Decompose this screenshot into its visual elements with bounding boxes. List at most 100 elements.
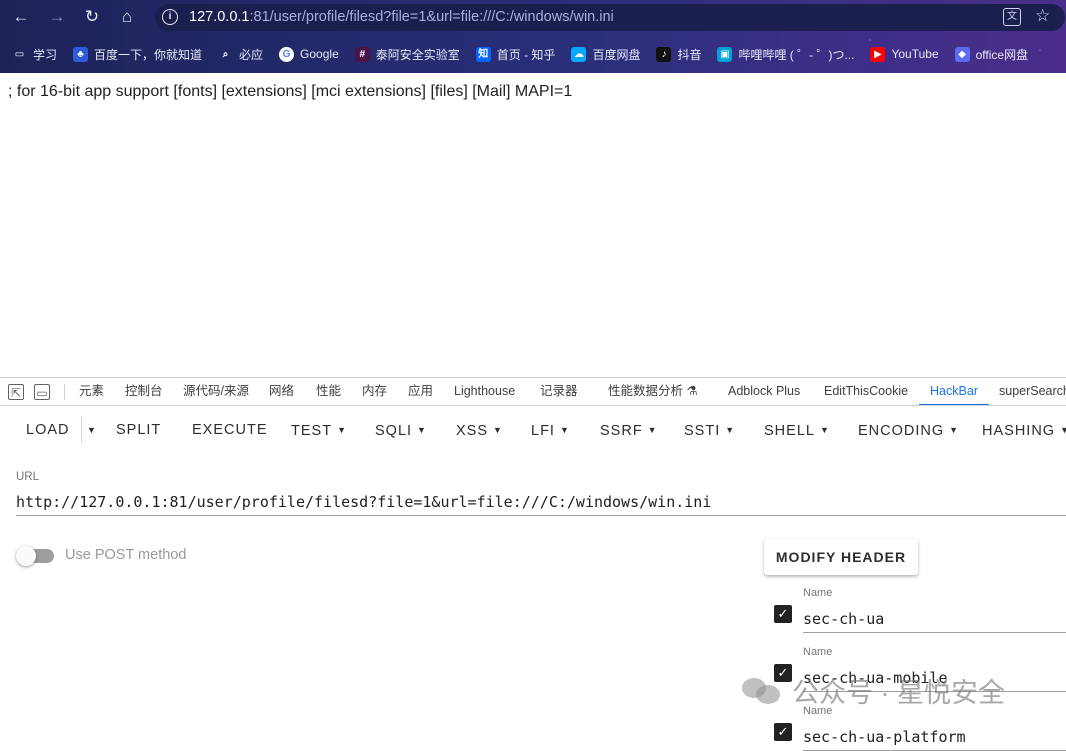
youtube-icon: ▶ <box>870 46 886 62</box>
page-body-text: ; for 16-bit app support [fonts] [extens… <box>8 83 573 100</box>
execute-button[interactable]: EXECUTE <box>192 407 268 453</box>
modify-header-button[interactable]: MODIFY HEADER <box>764 539 918 575</box>
header-name-label: Name <box>803 646 833 658</box>
test-menu-button[interactable]: TEST ▼ <box>291 407 347 453</box>
bookmark-item[interactable]: 知首页 - 知乎 <box>475 46 556 63</box>
devtools-tab[interactable]: 应用 <box>408 378 433 405</box>
devtools-tab[interactable]: EditThisCookie <box>824 378 908 405</box>
devtools-tab[interactable]: 记录器 <box>540 378 578 405</box>
bookmark-item[interactable]: ▶ YouTube <box>870 46 939 62</box>
site-info-icon[interactable]: i <box>162 9 178 25</box>
shell-menu-button[interactable]: SHELL ▼ <box>764 407 830 453</box>
hashing-menu-button[interactable]: HASHING ▼ <box>982 407 1066 453</box>
split-button[interactable]: SPLIT <box>116 407 161 453</box>
devtools-tabbar: ⇱ ▭ 元素 控制台 源代码/来源 网络 性能 内存 应用 Lighthouse 记录器 性能数据… <box>0 378 1066 406</box>
load-button[interactable]: LOAD <box>26 407 70 453</box>
chevron-down-icon: ▼ <box>647 425 658 435</box>
encoding-menu-button[interactable]: ENCODING ▼ <box>858 407 959 453</box>
bookmarks-bar: ▭ 学习 ♣ 百度一下，你就知道 ⌕ 必应 G Google # 泰阿安全实验室知首页 - 知乎 ☁… <box>0 41 1066 67</box>
bookmark-star-icon[interactable]: ☆ <box>1035 6 1050 26</box>
wechat-icon <box>742 675 782 705</box>
bookmark-item[interactable]: ▣ 哔哩哔哩 ( ゜- ゜)つ... <box>717 46 854 63</box>
bookmark-item[interactable]: ☁ 百度网盘 <box>571 46 640 63</box>
bookmark-label: 学习 <box>33 47 58 62</box>
home-icon[interactable]: ⌂ <box>115 5 139 29</box>
douyin-icon: ♪ <box>656 46 672 62</box>
post-method-toggle[interactable] <box>16 546 54 566</box>
sqli-menu-button[interactable]: SQLI ▼ <box>375 407 427 453</box>
post-method-label: Use POST method <box>65 547 187 563</box>
url-host: 127.0.0.1 <box>189 9 250 25</box>
header-enabled-checkbox[interactable]: ✓ <box>774 723 792 741</box>
header-name-input[interactable]: sec-ch-ua <box>803 610 1066 633</box>
bookmark-item[interactable]: ▭ 学习 <box>12 46 57 63</box>
load-dropdown-caret-icon[interactable]: ▼ <box>87 407 97 453</box>
bilibili-icon: ▣ <box>717 46 733 62</box>
ssti-menu-button[interactable]: SSTI ▼ <box>684 407 735 453</box>
devtools-tab[interactable]: superSearch <box>999 378 1066 405</box>
zhihu-icon: 知 <box>475 46 491 62</box>
header-enabled-checkbox[interactable]: ✓ <box>774 605 792 623</box>
folder-icon: ▭ <box>14 48 25 60</box>
address-url[interactable]: 127.0.0.1:81/user/profile/filesd?file=1&… <box>189 9 614 25</box>
url-path: :81/user/profile/filesd?file=1&url=file:… <box>249 9 614 25</box>
baidu-icon: ♣ <box>73 46 89 62</box>
address-bar[interactable]: i 127.0.0.1:81/user/profile/filesd?file=… <box>155 4 1065 31</box>
devtools-tab[interactable]: 内存 <box>362 378 387 405</box>
split-label: SPLIT <box>116 422 162 438</box>
header-name-input[interactable]: sec-ch-ua-platform <box>803 728 1066 751</box>
chevron-down-icon: ▼ <box>337 425 347 435</box>
xss-menu-button[interactable]: XSS ▼ <box>456 407 503 453</box>
bookmark-label: Google <box>300 47 339 61</box>
load-separator <box>81 417 82 443</box>
back-arrow-icon[interactable]: ← <box>9 5 33 29</box>
bookmark-item[interactable]: G Google <box>279 46 339 62</box>
url-input[interactable] <box>16 488 1066 516</box>
chevron-down-icon: ▼ <box>493 425 503 435</box>
bookmark-label: 泰阿安全实验室 <box>375 47 460 62</box>
bookmark-label: 百度网盘 <box>592 47 641 62</box>
bookmark-label: office网盘 <box>975 47 1029 62</box>
inspect-element-icon[interactable]: ⇱ <box>8 384 24 400</box>
google-icon: G <box>279 46 295 62</box>
slack-icon: # <box>354 46 370 62</box>
devtools-tab[interactable]: 性能数据分析 ⚗ <box>608 378 698 405</box>
bookmark-label: 百度一下，你就知道 <box>94 47 203 62</box>
lfi-label: LFI <box>531 423 555 439</box>
devtools-tab[interactable]: 元素 <box>79 378 104 405</box>
bookmark-item[interactable]: # 泰阿安全实验室 <box>354 46 460 63</box>
watermark-text: 公众号 · 星悦安全 <box>792 677 1005 708</box>
translate-icon[interactable]: 文 <box>1003 8 1021 26</box>
ssrf-menu-button[interactable]: SSRF ▼ <box>600 407 658 453</box>
hashing-label: HASHING <box>982 423 1056 439</box>
devtools-tab[interactable]: Lighthouse <box>454 378 515 405</box>
devtools-tab[interactable]: 控制台 <box>125 378 163 405</box>
toggle-thumb <box>16 546 36 566</box>
ssrf-label: SSRF <box>600 423 643 439</box>
office-pan-icon: ◆ <box>954 46 970 62</box>
devtools-tab[interactable]: Adblock Plus <box>728 378 800 405</box>
reload-icon[interactable]: ↻ <box>80 5 104 29</box>
bookmark-item[interactable]: ◆ office网盘 <box>954 46 1029 63</box>
bookmark-label: YouTube <box>891 47 939 61</box>
forward-arrow-icon[interactable]: → <box>45 5 69 29</box>
baidu-pan-icon: ☁ <box>571 46 587 62</box>
devtools-tab[interactable]: HackBar <box>919 378 989 405</box>
execute-label: EXECUTE <box>192 422 268 438</box>
chevron-down-icon: ▼ <box>949 425 960 435</box>
bookmark-label: 首页 - 知乎 <box>496 47 556 62</box>
devtools-tab[interactable]: 源代码/来源 <box>183 378 249 405</box>
bookmark-item[interactable]: ♣ 百度一下，你就知道 <box>73 46 202 63</box>
xss-label: XSS <box>456 423 489 439</box>
ssti-label: SSTI <box>684 423 721 439</box>
bookmark-item[interactable]: ♪ 抖音 <box>656 46 701 63</box>
browser-chrome: ← → ↻ ⌂ i 127.0.0.1:81/user/profile/file… <box>0 0 1066 73</box>
shell-label: SHELL <box>764 423 815 439</box>
device-toolbar-icon[interactable]: ▭ <box>34 384 50 400</box>
lfi-menu-button[interactable]: LFI ▼ <box>531 407 570 453</box>
watermark: 公众号 · 星悦安全 <box>742 674 1005 708</box>
devtools-tab[interactable]: 性能 <box>316 378 341 405</box>
devtools-tab[interactable]: 网络 <box>269 378 294 405</box>
bookmark-item[interactable]: ⌕ 必应 <box>218 46 263 63</box>
chevron-down-icon: ▼ <box>559 425 570 435</box>
